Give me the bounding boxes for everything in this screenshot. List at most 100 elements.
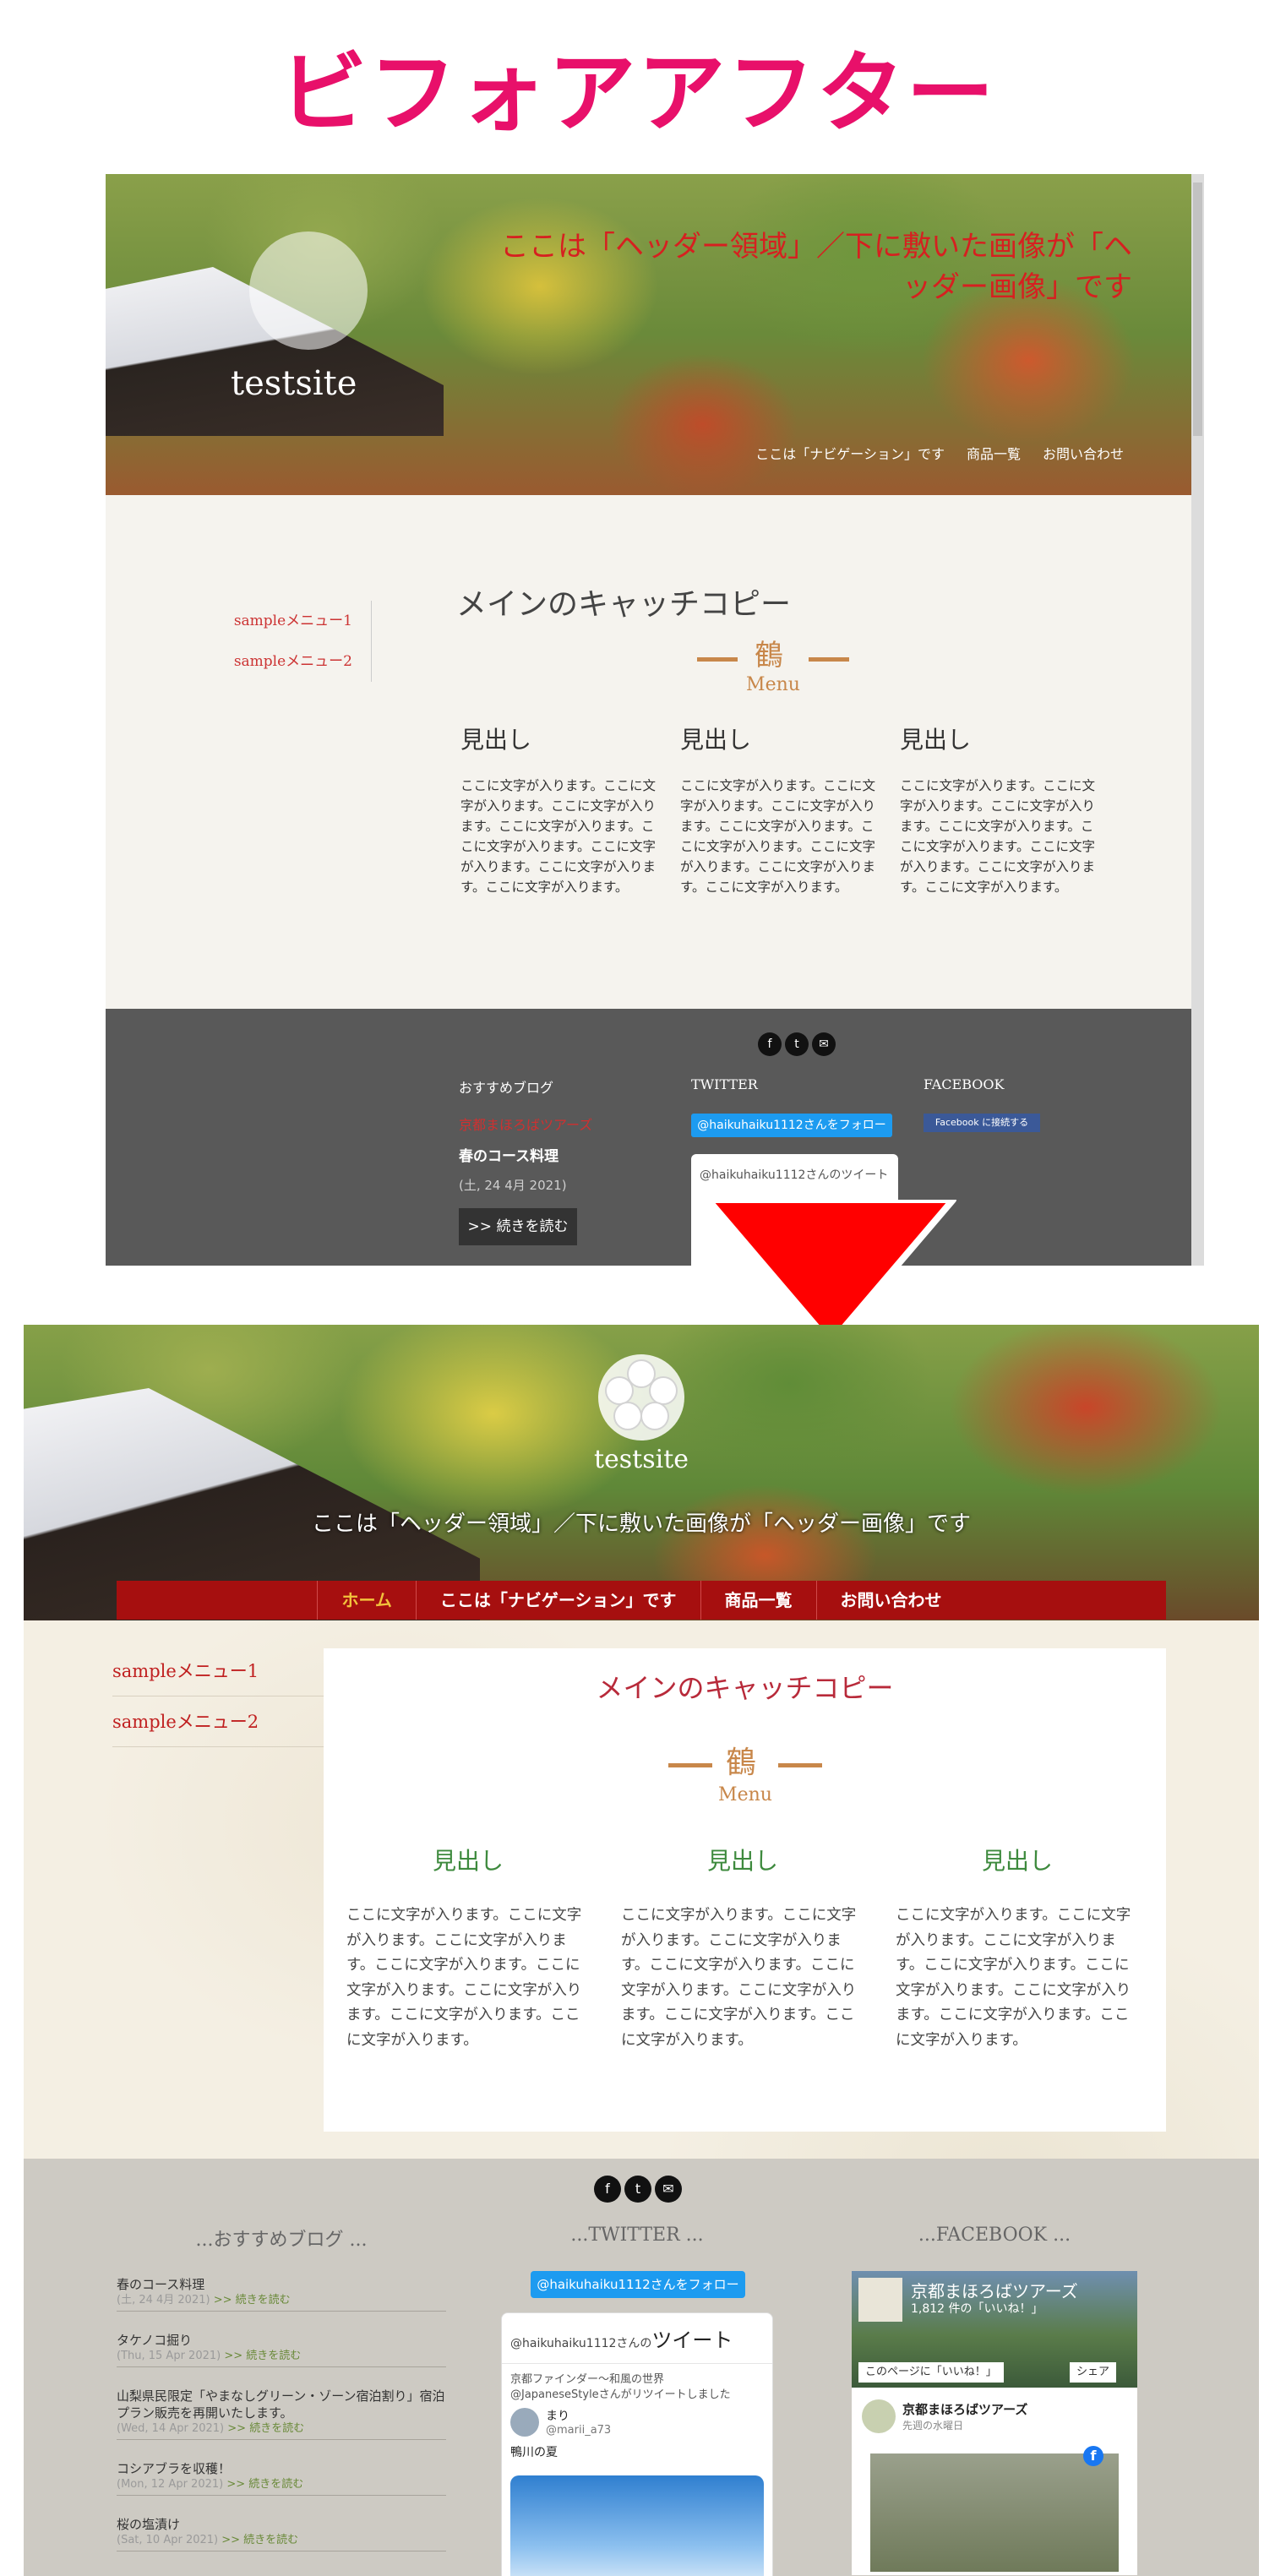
avatar (862, 2399, 896, 2433)
menu-ornament: 鶴 Menu (668, 1745, 822, 1813)
mail-icon[interactable]: ✉ (812, 1032, 836, 1056)
nav-item-navigation[interactable]: ここは「ナビゲーション」です (417, 1581, 701, 1620)
blog-post-title[interactable]: 春のコース料理 (459, 1144, 558, 1165)
side-menu-item[interactable]: sampleメニュー2 (112, 1696, 325, 1747)
read-more-link[interactable]: >> 続きを読む (221, 2534, 298, 2546)
footer-blog-title: ...おすすめブログ ... (195, 2230, 368, 2251)
nav-item[interactable]: ここは「ナビゲーション」です (755, 443, 945, 463)
twitter-widget[interactable]: @haikuhaiku1112さんのツイート 京都ファインダー〜和風の世界 @J… (501, 2312, 773, 2576)
blog-item-title[interactable]: 山梨県民限定「やまなしグリーン・ゾーン宿泊割り」宿泊プラン販売を再開いたします。 (117, 2388, 446, 2421)
ornament-line (697, 657, 738, 662)
twitter-follow-button[interactable]: @haikuhaiku1112さんをフォロー (691, 1114, 892, 1137)
twitter-icon[interactable]: t (624, 2176, 651, 2203)
crane-icon: 鶴 (755, 639, 783, 673)
fb-post-photo[interactable] (870, 2453, 1119, 2572)
logo-petal (613, 1402, 642, 1430)
before-site-name[interactable]: testsite (231, 364, 357, 403)
after-catch-copy: メインのキャッチコピー (596, 1672, 894, 1704)
fb-likes-count: 1,812 件の「いいね！」 (911, 2302, 1043, 2316)
blog-item-title[interactable]: 桜の塩漬け (117, 2516, 446, 2533)
column-heading: 見出し (432, 1847, 504, 1875)
fb-page-name[interactable]: 京都まほろばツアーズ (911, 2278, 1078, 2302)
read-more-link[interactable]: >> 続きを読む (214, 2294, 291, 2306)
fb-post-header: 京都まほろばツアーズ 先週の水曜日 (852, 2388, 1137, 2445)
read-more-button[interactable]: >> 続きを読む (459, 1208, 577, 1245)
nav-item-contact[interactable]: お問い合わせ (817, 1581, 966, 1620)
column-text: ここに文字が入ります。ここに文字が入ります。ここに文字が入ります。ここに文字が入… (900, 778, 1095, 895)
scrollbar[interactable] (1191, 174, 1204, 1266)
after-header-text: ここは「ヘッダー領域」／下に敷いた画像が「ヘッダー画像」です (311, 1511, 971, 1537)
logo-petal (605, 1376, 634, 1405)
side-menu-item[interactable]: sampleメニュー1 (112, 1646, 325, 1696)
blog-item: 春のコース料理 (土, 24 4月 2021) >> 続きを読む (117, 2273, 446, 2312)
facebook-connect-button[interactable]: Facebook に接続する (924, 1114, 1040, 1132)
column-heading: 見出し (900, 726, 972, 754)
fb-share-button[interactable]: シェア (1070, 2362, 1117, 2383)
mail-icon[interactable]: ✉ (655, 2176, 682, 2203)
content-column: 見出し ここに文字が入ります。ここに文字が入ります。ここに文字が入ります。ここに… (680, 722, 876, 897)
logo-petal (649, 1376, 678, 1405)
column-text: ここに文字が入ります。ここに文字が入ります。ここに文字が入ります。ここに文字が入… (896, 1907, 1131, 2049)
tweet-user[interactable]: まり @marii_a73 (502, 2403, 772, 2442)
tweet-text: 鴨川の夏 (510, 2446, 558, 2459)
facebook-cover: 京都まほろばツアーズ 1,812 件の「いいね！」 このページに「いいね！」 シ… (852, 2271, 1137, 2388)
column-heading: 見出し (706, 1847, 778, 1875)
fb-post-name[interactable]: 京都まほろばツアーズ (902, 2400, 1027, 2418)
tweet-image[interactable] (510, 2475, 764, 2576)
content-column: 見出し ここに文字が入ります。ここに文字が入ります。ここに文字が入ります。ここに… (346, 1843, 590, 2053)
facebook-icon[interactable]: f (758, 1032, 782, 1056)
twitter-follow-button[interactable]: @haikuhaiku1112さんをフォロー (531, 2271, 745, 2298)
retweet-line: @JapaneseStyleさんがリツイートしました (510, 2388, 731, 2401)
after-nav-bar: ホーム ここは「ナビゲーション」です 商品一覧 お問い合わせ (117, 1581, 1166, 1620)
before-catch-copy: メインのキャッチコピー (456, 587, 792, 622)
nav-item-home[interactable]: ホーム (317, 1581, 417, 1620)
after-site-name[interactable]: testsite (24, 1445, 1259, 1474)
facebook-icon[interactable]: f (594, 2176, 621, 2203)
column-text: ここに文字が入ります。ここに文字が入ります。ここに文字が入ります。ここに文字が入… (621, 1907, 857, 2049)
nav-item[interactable]: 商品一覧 (967, 443, 1021, 463)
before-footer: f t ✉ おすすめブログ TWITTER FACEBOOK 京都まほろばツアー… (106, 1009, 1191, 1266)
read-more-link[interactable]: >> 続きを読む (227, 2422, 304, 2435)
facebook-widget[interactable]: 京都まほろばツアーズ 1,812 件の「いいね！」 このページに「いいね！」 シ… (852, 2271, 1137, 2575)
read-more-link[interactable]: >> 続きを読む (224, 2350, 301, 2362)
column-heading: 見出し (680, 726, 752, 754)
content-column: 見出し ここに文字が入ります。ここに文字が入ります。ここに文字が入ります。ここに… (460, 722, 657, 897)
content-column: 見出し ここに文字が入ります。ここに文字が入ります。ここに文字が入ります。ここに… (621, 1843, 864, 2053)
nav-item-products[interactable]: 商品一覧 (701, 1581, 817, 1620)
crane-icon: 鶴 (726, 1745, 757, 1780)
side-menu-item[interactable]: sampleメニュー2 (203, 641, 371, 682)
tweet-user-name: まり (546, 2409, 569, 2423)
blog-item-title[interactable]: コシアブラを収穫！ (117, 2460, 446, 2477)
scrollbar-thumb[interactable] (1193, 182, 1202, 436)
after-side-menu: sampleメニュー1 sampleメニュー2 (112, 1646, 325, 1747)
after-header: testsite ここは「ヘッダー領域」／下に敷いた画像が「ヘッダー画像」です … (24, 1325, 1259, 1620)
twitter-icon[interactable]: t (785, 1032, 809, 1056)
column-heading: 見出し (460, 726, 532, 754)
ornament-word: Menu (746, 674, 800, 695)
content-column: 見出し ここに文字が入ります。ここに文字が入ります。ここに文字が入ります。ここに… (896, 1843, 1139, 2053)
tweet-user-handle: @marii_a73 (546, 2423, 612, 2437)
blog-list: 春のコース料理 (土, 24 4月 2021) >> 続きを読む タケノコ掘り … (117, 2273, 446, 2568)
side-menu-item[interactable]: sampleメニュー1 (203, 601, 371, 641)
nav-item[interactable]: お問い合わせ (1043, 443, 1124, 463)
blog-item: 山梨県民限定「やまなしグリーン・ゾーン宿泊割り」宿泊プラン販売を再開いたします。… (117, 2384, 446, 2440)
content-column: 見出し ここに文字が入ります。ここに文字が入ります。ここに文字が入ります。ここに… (900, 722, 1096, 897)
column-heading: 見出し (981, 1847, 1053, 1875)
before-header-text: ここは「ヘッダー領域」／下に敷いた画像が「ヘッダー画像」です (500, 230, 1132, 304)
blog-item-date: (Thu, 15 Apr 2021) (117, 2350, 221, 2362)
footer-blog-title: おすすめブログ (459, 1080, 554, 1096)
blog-link[interactable]: 京都まほろばツアーズ (459, 1114, 592, 1134)
blog-item-title[interactable]: 春のコース料理 (117, 2276, 446, 2293)
fb-like-button[interactable]: このページに「いいね！」 (858, 2362, 1004, 2383)
ornament-line (809, 657, 849, 662)
footer-facebook-title: ...FACEBOOK ... (918, 2225, 1071, 2246)
blog-item-title[interactable]: タケノコ掘り (117, 2332, 446, 2349)
social-icons: f t ✉ (594, 2176, 682, 2203)
twitter-widget-handle: @haikuhaiku1112さんの (510, 2337, 652, 2350)
blog-item-date: (Sat, 10 Apr 2021) (117, 2534, 219, 2546)
read-more-link[interactable]: >> 続きを読む (226, 2478, 303, 2491)
facebook-icon[interactable]: f (1083, 2446, 1103, 2466)
ornament-word: Menu (718, 1784, 772, 1805)
after-screenshot: testsite ここは「ヘッダー領域」／下に敷いた画像が「ヘッダー画像」です … (24, 1325, 1259, 2576)
before-side-menu: sampleメニュー1 sampleメニュー2 (203, 601, 372, 682)
